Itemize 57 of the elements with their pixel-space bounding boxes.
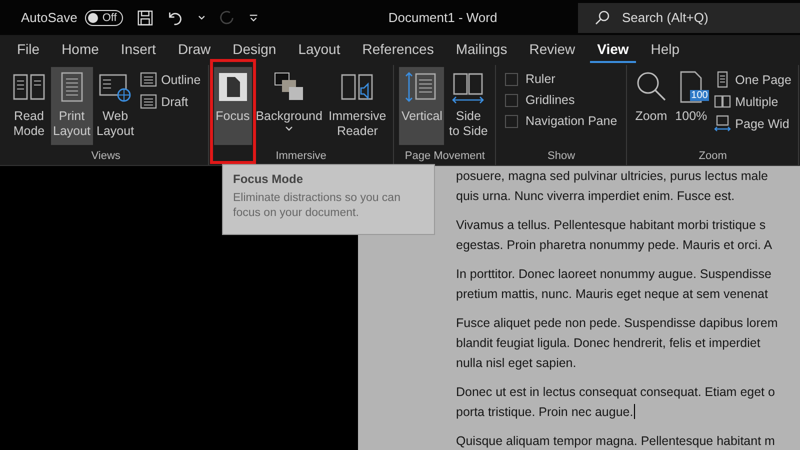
paragraph: Fusce aliquet pede non pede. Suspendisse dapibus lorem blandit feugiat ligula. Donec hendrerit, felis et imperdiet nulla nisl eget sapien.	[456, 315, 779, 372]
checkbox[interactable]	[505, 94, 518, 106]
paragraph: posuere, magna sed pulvinar ultricies, purus lectus male quis urna. Nunc viverra imperdiet enim. Fusce est.	[456, 168, 769, 205]
ribbon-button[interactable]: Print Layout	[51, 67, 93, 145]
ribbon-button[interactable]: Read Mode	[9, 67, 49, 145]
group-label: Views	[91, 150, 120, 164]
ribbon-tab[interactable]: Design	[226, 37, 284, 63]
checkbox[interactable]	[505, 114, 518, 128]
ribbon-tab[interactable]: Home	[54, 37, 106, 63]
checkbox[interactable]	[505, 72, 518, 86]
tooltip-text: Eliminate distractions so you can focus on your document.	[233, 191, 402, 221]
ribbon-tab[interactable]: Insert	[114, 37, 163, 63]
ribbon-tab[interactable]: Review	[522, 37, 582, 63]
paragraph: Vivamus a tellus. Pellentesque habitant morbi tristique s egestas. Proin pharetra nonummy pede. Mauris et orci. A	[456, 217, 774, 254]
ribbon-button[interactable]: Vertical	[399, 67, 444, 145]
page-width-icon	[714, 115, 732, 132]
ribbon-button[interactable]: Page Wid	[712, 114, 794, 133]
checkbox-option[interactable]: Navigation Pane	[501, 112, 622, 130]
search-field[interactable]: Search (Alt+Q)	[578, 2, 800, 32]
save-icon[interactable]	[136, 8, 154, 26]
ribbon-tab[interactable]: Help	[644, 37, 687, 63]
ribbon-button[interactable]: Background	[254, 67, 324, 145]
checkbox-option[interactable]: Ruler	[501, 70, 622, 88]
ribbon-tab[interactable]: Draw	[170, 37, 218, 63]
ribbon-button[interactable]: Web Layout	[94, 67, 136, 145]
autosave-toggle[interactable]: Off	[85, 10, 123, 26]
ribbon-button[interactable]: 100 100%	[672, 67, 710, 145]
ribbon-button[interactable]: Outline	[138, 70, 203, 89]
ribbon-button[interactable]: One Page	[712, 70, 794, 89]
group-label: Zoom	[698, 150, 727, 164]
paragraph: Donec ut est in lectus consequat consequat. Etiam eget o porta tristique. Proin nec augue.	[456, 384, 776, 421]
ribbon-button[interactable]: Draft	[138, 92, 203, 111]
window-title: Document1 - Word	[388, 10, 498, 25]
group-label: Page Movement	[404, 150, 485, 164]
tooltip-title: Focus Mode	[233, 172, 304, 186]
caret-icon[interactable]	[198, 14, 205, 20]
ribbon-tab[interactable]: Mailings	[448, 37, 514, 63]
autosave-label: AutoSave	[21, 10, 78, 25]
ribbon-button[interactable]: Side to Side	[446, 67, 490, 145]
zoom-level-badge: 100	[690, 90, 709, 101]
group-label: Show	[548, 150, 576, 164]
ribbon-tab[interactable]: Layout	[291, 37, 348, 63]
ribbon-button[interactable]: Immersive Reader	[326, 67, 388, 145]
two-pages-icon	[714, 93, 732, 110]
ribbon-button[interactable]: Multiple	[712, 92, 794, 111]
ribbon-tab[interactable]: References	[355, 37, 441, 63]
customize-caret-icon[interactable]	[249, 12, 258, 22]
group-label: Immersive	[276, 150, 326, 164]
checkbox-option[interactable]: Gridlines	[501, 91, 622, 109]
ribbon-tab[interactable]: File	[10, 37, 47, 63]
ribbon-tab[interactable]: View	[590, 37, 636, 63]
ribbon-button[interactable]: Zoom	[632, 67, 670, 145]
list-icon	[140, 71, 158, 88]
paragraph: In porttitor. Donec laoreet nonummy augue. Suspendisse pretium mattis, nunc. Mauris eget neque at sem venenat	[456, 266, 772, 303]
list-icon	[140, 93, 158, 110]
paragraph: Quisque aliquam tempor magna. Pellentesque habitant m	[456, 433, 776, 450]
ribbon-button[interactable]: Focus	[214, 67, 252, 145]
